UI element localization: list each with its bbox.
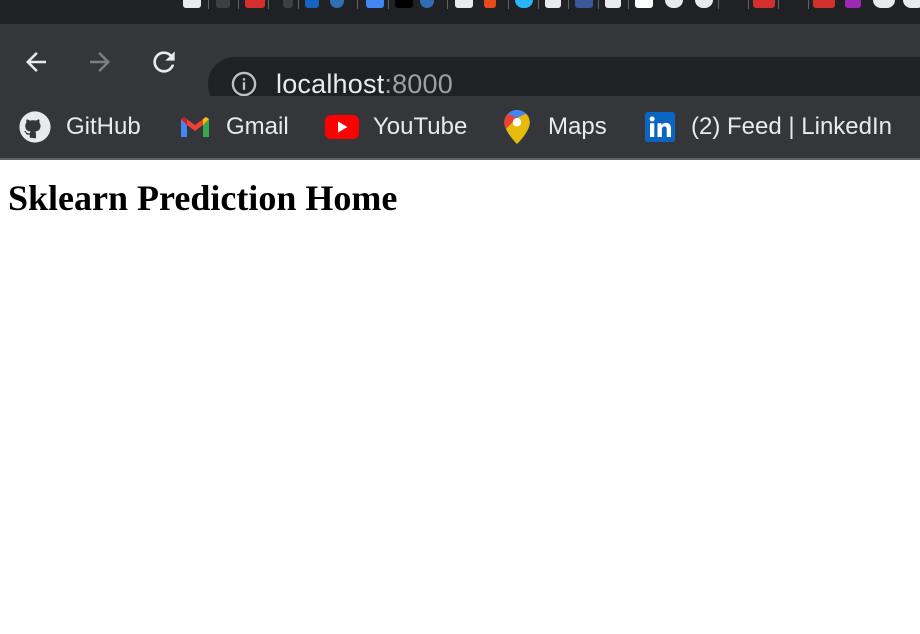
github-icon bbox=[18, 110, 52, 144]
bookmark-label: YouTube bbox=[373, 113, 468, 140]
bookmark-maps[interactable]: Maps bbox=[500, 96, 607, 158]
tab-favicon[interactable] bbox=[605, 0, 621, 8]
tab-strip bbox=[0, 0, 920, 24]
maps-icon bbox=[500, 110, 534, 144]
bookmark-label: (2) Feed | LinkedIn bbox=[691, 113, 893, 140]
tab-separator bbox=[568, 0, 569, 9]
forward-button[interactable] bbox=[82, 44, 118, 80]
bookmark-label: GitHub bbox=[66, 113, 141, 140]
tab-favicon[interactable] bbox=[420, 0, 434, 8]
tab-favicon[interactable] bbox=[635, 0, 653, 8]
tab-favicon[interactable] bbox=[813, 0, 835, 8]
reload-icon bbox=[153, 51, 175, 73]
bookmark-gmail[interactable]: Gmail bbox=[178, 96, 289, 158]
tab-favicon[interactable] bbox=[283, 0, 293, 8]
tab-favicon[interactable] bbox=[575, 0, 593, 8]
tab-favicon[interactable] bbox=[545, 0, 561, 8]
page-title: Sklearn Prediction Home bbox=[8, 178, 398, 218]
tab-separator bbox=[208, 0, 209, 9]
tab-separator bbox=[388, 0, 389, 9]
tab-separator bbox=[298, 0, 299, 9]
tab-separator bbox=[748, 0, 749, 9]
tab-separator bbox=[778, 0, 779, 9]
url-text[interactable]: localhost:8000 bbox=[276, 69, 453, 99]
tab-separator bbox=[598, 0, 599, 9]
tab-favicon[interactable] bbox=[515, 0, 533, 8]
bookmark-label: Gmail bbox=[226, 113, 289, 140]
gmail-icon bbox=[178, 110, 212, 144]
tab-separator bbox=[628, 0, 629, 9]
tab-favicon[interactable] bbox=[484, 0, 496, 8]
tab-favicon[interactable] bbox=[753, 0, 775, 8]
tab-favicon[interactable] bbox=[183, 0, 201, 8]
arrow-left-icon bbox=[26, 52, 46, 72]
url-port: :8000 bbox=[384, 69, 453, 99]
tab-favicon[interactable] bbox=[665, 0, 683, 8]
back-button[interactable] bbox=[18, 44, 54, 80]
tab-separator bbox=[238, 0, 239, 9]
url-host: localhost bbox=[276, 69, 385, 99]
browser-toolbar: localhost:8000 bbox=[0, 24, 920, 111]
info-icon[interactable] bbox=[230, 70, 258, 98]
bookmarks-bar: GitHub Gmail YouTube Maps (2) Feed | Lin… bbox=[0, 96, 920, 160]
linkedin-icon bbox=[643, 110, 677, 144]
bookmark-label: Maps bbox=[548, 113, 607, 140]
tab-separator bbox=[508, 0, 509, 9]
tab-favicon[interactable] bbox=[873, 0, 895, 8]
tab-separator bbox=[808, 0, 809, 9]
arrow-right-icon bbox=[90, 52, 110, 72]
tab-favicon[interactable] bbox=[695, 0, 713, 8]
tab-favicon[interactable] bbox=[903, 0, 920, 8]
tab-separator bbox=[718, 0, 719, 9]
tab-separator bbox=[268, 0, 269, 9]
tab-favicon[interactable] bbox=[455, 0, 473, 8]
tab-favicon[interactable] bbox=[245, 0, 265, 8]
tab-separator bbox=[447, 0, 448, 9]
tab-favicon[interactable] bbox=[366, 0, 384, 8]
tab-favicon[interactable] bbox=[216, 0, 230, 8]
tab-separator bbox=[538, 0, 539, 9]
bookmark-github[interactable]: GitHub bbox=[18, 96, 141, 158]
bookmark-youtube[interactable]: YouTube bbox=[325, 96, 467, 158]
tab-favicon[interactable] bbox=[845, 0, 861, 8]
tab-favicon[interactable] bbox=[330, 0, 344, 8]
reload-button[interactable] bbox=[146, 44, 182, 80]
bookmark-linkedin[interactable]: (2) Feed | LinkedIn bbox=[643, 96, 892, 158]
tab-favicon[interactable] bbox=[305, 0, 319, 8]
tab-separator bbox=[357, 0, 358, 9]
tab-favicon[interactable] bbox=[395, 0, 413, 8]
youtube-icon bbox=[325, 110, 359, 144]
